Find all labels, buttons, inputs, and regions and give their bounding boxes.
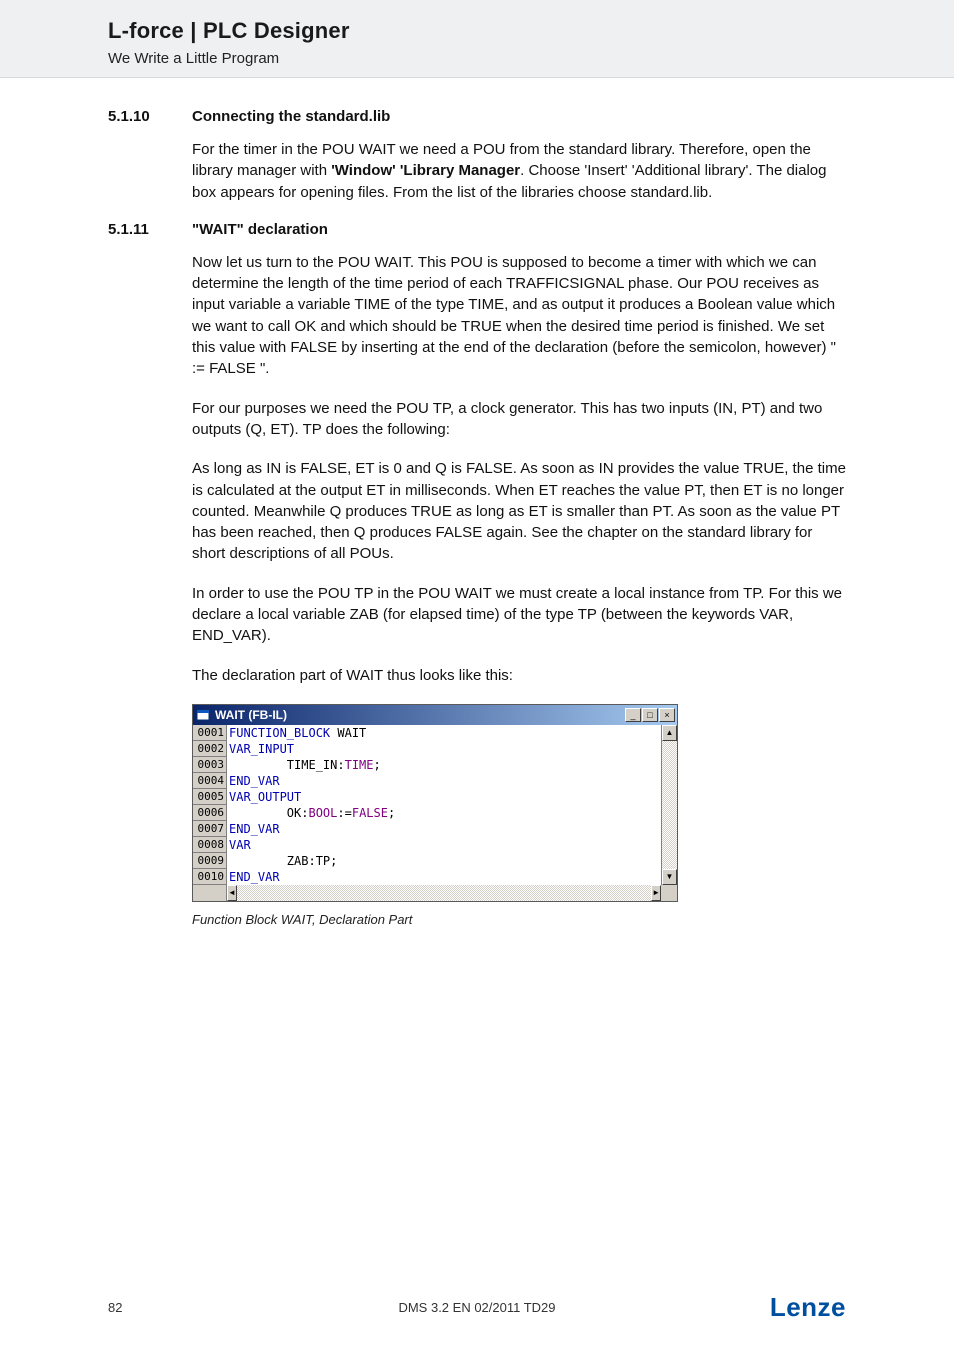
paragraph: For our purposes we need the POU TP, a c… bbox=[192, 398, 846, 441]
code-line[interactable]: 0005VAR_OUTPUT bbox=[193, 789, 661, 805]
maximize-button[interactable]: □ bbox=[642, 708, 658, 722]
code-line[interactable]: 0002VAR_INPUT bbox=[193, 741, 661, 757]
code-text: END_VAR bbox=[227, 821, 280, 837]
code-text: TIME_IN:TIME; bbox=[227, 757, 381, 773]
brand-logo: Lenze bbox=[770, 1292, 846, 1323]
paragraph-text: The declaration part of WAIT thus looks … bbox=[192, 667, 513, 684]
paragraph-bold: 'Window' 'Library Manager bbox=[331, 162, 520, 179]
line-number: 0009 bbox=[193, 853, 227, 869]
content-area: 5.1.10 Connecting the standard.lib For t… bbox=[0, 78, 954, 927]
paragraph: For the timer in the POU WAIT we need a … bbox=[192, 139, 846, 203]
paragraph: In order to use the POU TP in the POU WA… bbox=[192, 583, 846, 647]
size-grip[interactable] bbox=[661, 885, 677, 901]
scroll-track[interactable] bbox=[662, 741, 677, 869]
gutter-corner bbox=[193, 885, 227, 901]
code-text: VAR_INPUT bbox=[227, 741, 294, 757]
doc-subtitle: We Write a Little Program bbox=[108, 50, 846, 67]
line-number: 0002 bbox=[193, 741, 227, 757]
code-text: ZAB:TP; bbox=[227, 853, 337, 869]
page-footer: 82 DMS 3.2 EN 02/2011 TD29 Lenze bbox=[0, 1292, 954, 1323]
page-number: 82 bbox=[108, 1300, 122, 1315]
titlebar[interactable]: WAIT (FB-IL) _ □ × bbox=[193, 705, 677, 725]
line-number: 0006 bbox=[193, 805, 227, 821]
line-number: 0008 bbox=[193, 837, 227, 853]
scroll-track[interactable] bbox=[237, 885, 651, 901]
code-line[interactable]: 0003 TIME_IN:TIME; bbox=[193, 757, 661, 773]
section-title: Connecting the standard.lib bbox=[192, 108, 390, 125]
code-line[interactable]: 0007END_VAR bbox=[193, 821, 661, 837]
scroll-left-button[interactable]: ◄ bbox=[227, 885, 237, 901]
scroll-right-button[interactable]: ► bbox=[651, 885, 661, 901]
line-number: 0004 bbox=[193, 773, 227, 789]
line-number: 0001 bbox=[193, 725, 227, 741]
page-header: L-force | PLC Designer We Write a Little… bbox=[0, 0, 954, 78]
close-button[interactable]: × bbox=[659, 708, 675, 722]
code-line[interactable]: 0006 OK:BOOL:=FALSE; bbox=[193, 805, 661, 821]
paragraph: Now let us turn to the POU WAIT. This PO… bbox=[192, 252, 846, 380]
paragraph-text: Now let us turn to the POU WAIT. This PO… bbox=[192, 254, 836, 377]
paragraph: As long as IN is FALSE, ET is 0 and Q is… bbox=[192, 458, 846, 564]
doc-title: L-force | PLC Designer bbox=[108, 18, 846, 44]
paragraph-text: In order to use the POU TP in the POU WA… bbox=[192, 585, 842, 645]
code-line[interactable]: 0009 ZAB:TP; bbox=[193, 853, 661, 869]
paragraph-text: For our purposes we need the POU TP, a c… bbox=[192, 400, 822, 438]
scroll-down-button[interactable]: ▼ bbox=[662, 869, 677, 885]
horizontal-scrollbar[interactable]: ◄ ► bbox=[227, 885, 661, 901]
line-number: 0007 bbox=[193, 821, 227, 837]
code-area[interactable]: 0001FUNCTION_BLOCK WAIT0002VAR_INPUT0003… bbox=[193, 725, 661, 885]
code-text: OK:BOOL:=FALSE; bbox=[227, 805, 395, 821]
paragraph: The declaration part of WAIT thus looks … bbox=[192, 665, 846, 686]
code-text: FUNCTION_BLOCK WAIT bbox=[227, 725, 366, 741]
line-number: 0003 bbox=[193, 757, 227, 773]
section-title: "WAIT" declaration bbox=[192, 221, 328, 238]
section-number: 5.1.11 bbox=[108, 221, 192, 238]
code-window: WAIT (FB-IL) _ □ × 0001FUNCTION_BLOCK WA… bbox=[192, 704, 678, 902]
code-line[interactable]: 0001FUNCTION_BLOCK WAIT bbox=[193, 725, 661, 741]
code-line[interactable]: 0004END_VAR bbox=[193, 773, 661, 789]
section-heading: 5.1.10 Connecting the standard.lib bbox=[108, 108, 846, 125]
section-number: 5.1.10 bbox=[108, 108, 192, 125]
figure-caption: Function Block WAIT, Declaration Part bbox=[108, 912, 846, 927]
code-text: VAR bbox=[227, 837, 251, 853]
code-text: END_VAR bbox=[227, 869, 280, 885]
scroll-up-button[interactable]: ▲ bbox=[662, 725, 677, 741]
code-text: END_VAR bbox=[227, 773, 280, 789]
code-text: VAR_OUTPUT bbox=[227, 789, 301, 805]
line-number: 0005 bbox=[193, 789, 227, 805]
line-number: 0010 bbox=[193, 869, 227, 885]
section-heading: 5.1.11 "WAIT" declaration bbox=[108, 221, 846, 238]
vertical-scrollbar[interactable]: ▲ ▼ bbox=[661, 725, 677, 885]
code-line[interactable]: 0008VAR bbox=[193, 837, 661, 853]
paragraph-text: As long as IN is FALSE, ET is 0 and Q is… bbox=[192, 460, 846, 562]
window-icon bbox=[195, 707, 211, 723]
minimize-button[interactable]: _ bbox=[625, 708, 641, 722]
code-line[interactable]: 0010END_VAR bbox=[193, 869, 661, 885]
window-title: WAIT (FB-IL) bbox=[215, 708, 625, 722]
